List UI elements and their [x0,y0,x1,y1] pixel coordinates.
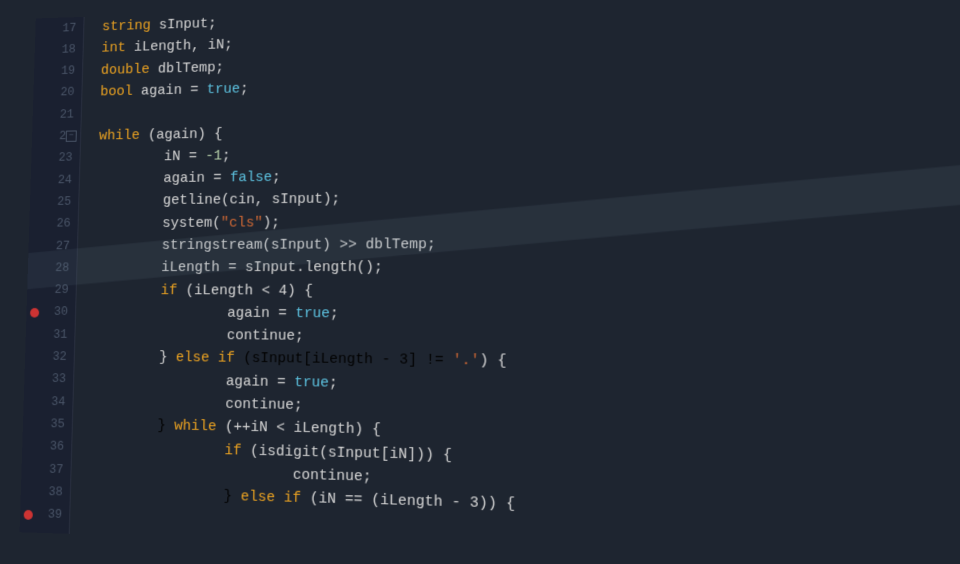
code-line-27: stringstream(sInput) >> dblTemp; [96,231,960,257]
line-number-32: 32 [52,346,67,368]
line-number-34: 34 [51,391,66,414]
breakpoint-dot [24,510,33,520]
line-number-23: 23 [58,147,73,169]
line-number-25: 25 [57,191,72,213]
line-number-17: 17 [62,17,76,39]
line-number-35: 35 [50,413,65,436]
line-number-36: 36 [49,435,64,458]
line-number-21: 21 [59,104,74,126]
line-number-18: 18 [61,39,76,61]
line-number-38: 38 [48,481,63,504]
line-number-28: 28 [55,257,70,279]
code-line-29: if (iLength < 4) { [94,279,960,305]
code-line-28: iLength = sInput.length(); [95,255,960,280]
line-number-29: 29 [54,279,69,301]
line-number-30: 30 [53,301,68,323]
line-number-31: 31 [53,324,68,346]
code-editor: 1718192021222324252627282930313233343536… [20,0,960,563]
line-number-19: 19 [61,60,76,82]
line-number-39: 39 [47,503,62,526]
line-number-24: 24 [57,169,72,191]
code-content: string sInput;int iLength, iN;double dbl… [70,0,960,563]
line-number-26: 26 [56,213,71,235]
line-number-20: 20 [60,82,75,104]
line-number-37: 37 [49,458,64,481]
line-number-33: 33 [51,368,66,391]
line-number-27: 27 [55,235,70,257]
breakpoint-dot [30,308,39,318]
fold-icon[interactable]: − [66,130,77,141]
